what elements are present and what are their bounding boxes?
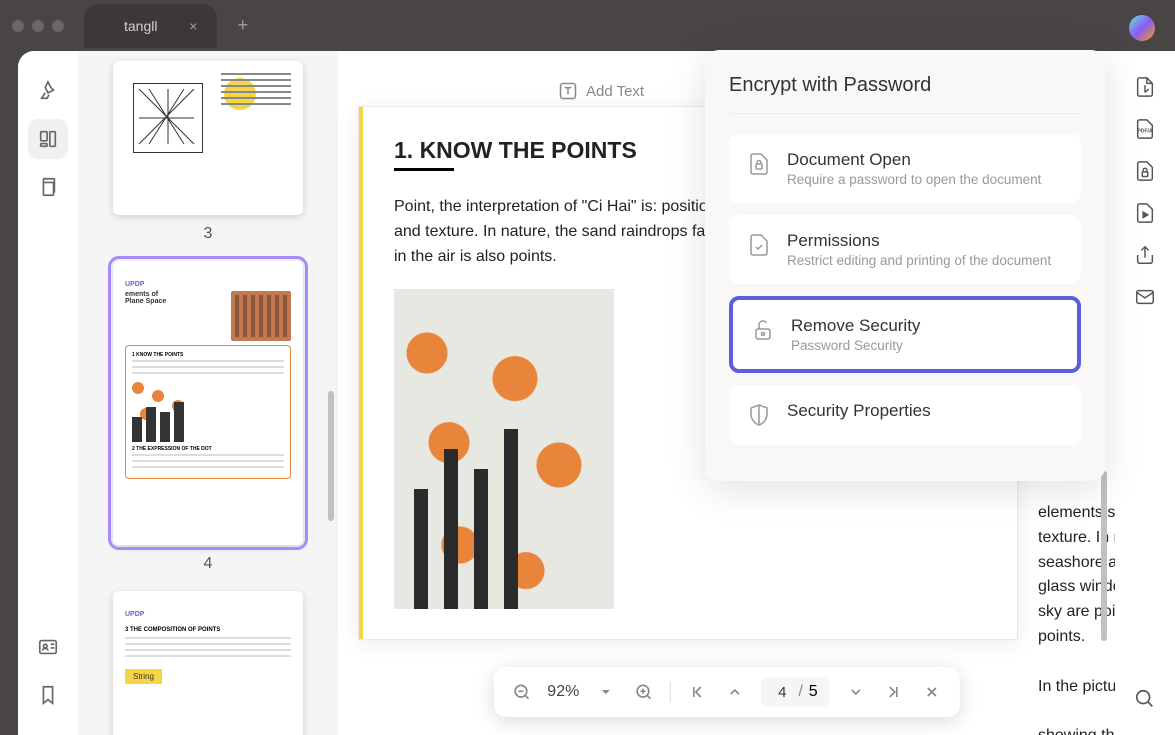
avatar[interactable] — [1129, 15, 1155, 41]
next-page-button[interactable] — [844, 680, 868, 704]
zoom-out-button[interactable] — [509, 680, 533, 704]
unlock-icon — [749, 316, 777, 344]
share-icon[interactable] — [1133, 243, 1157, 267]
document-image — [394, 289, 614, 609]
play-file-icon[interactable] — [1133, 201, 1157, 225]
tab-active[interactable]: tangll × — [84, 4, 217, 48]
permissions-option[interactable]: Permissions Restrict editing and printin… — [729, 215, 1081, 284]
thumbnail-item[interactable]: UPDP ements of Plane Space 1 KNOW THE PO… — [98, 261, 318, 573]
window-controls — [12, 20, 64, 32]
permissions-icon — [745, 231, 773, 259]
first-page-button[interactable] — [684, 680, 708, 704]
option-label: Security Properties — [787, 401, 931, 421]
zoom-dropdown[interactable] — [593, 680, 617, 704]
minimize-window[interactable] — [32, 20, 44, 32]
lock-file-icon[interactable] — [1133, 159, 1157, 183]
copy-icon[interactable] — [28, 167, 68, 207]
option-description: Require a password to open the document — [787, 172, 1041, 187]
highlighter-icon[interactable] — [28, 71, 68, 111]
close-toolbar-button[interactable] — [920, 680, 944, 704]
mail-icon[interactable] — [1133, 285, 1157, 309]
zoom-in-button[interactable] — [631, 680, 655, 704]
add-text-label: Add Text — [586, 83, 644, 100]
search-icon[interactable] — [1133, 687, 1157, 711]
option-description: Restrict editing and printing of the doc… — [787, 253, 1051, 268]
scrollbar[interactable] — [1101, 471, 1107, 641]
zoom-value: 92% — [547, 683, 579, 701]
tab-bar: tangll × + — [84, 4, 248, 48]
option-label: Document Open — [787, 150, 1041, 170]
prev-page-button[interactable] — [722, 680, 746, 704]
shield-icon — [745, 401, 773, 429]
page-accent — [359, 107, 363, 639]
add-text-tool[interactable]: Add Text — [558, 81, 644, 101]
heading-underline — [394, 168, 454, 171]
maximize-window[interactable] — [52, 20, 64, 32]
right-toolbar: PDF/A — [1115, 51, 1175, 735]
thumbnail-page-4[interactable]: UPDP ements of Plane Space 1 KNOW THE PO… — [113, 261, 303, 545]
page-input[interactable] — [772, 684, 792, 701]
zoom-toolbar: 92% / 5 — [493, 667, 959, 717]
option-label: Permissions — [787, 231, 1051, 251]
page-total: 5 — [809, 683, 818, 701]
option-description: Password Security — [791, 338, 920, 353]
bookmark-icon[interactable] — [28, 675, 68, 715]
add-tab-button[interactable]: + — [237, 15, 248, 36]
security-properties-option[interactable]: Security Properties — [729, 385, 1081, 445]
page-number: 3 — [204, 225, 213, 243]
thumbnails-panel: 3 UPDP ements of Plane Space — [78, 51, 338, 735]
security-panel: Encrypt with Password Document Open Requ… — [705, 50, 1105, 481]
left-toolbar — [18, 51, 78, 735]
scrollbar[interactable] — [328, 391, 334, 521]
thumbnails-icon[interactable] — [28, 119, 68, 159]
pdfa-icon[interactable]: PDF/A — [1133, 117, 1157, 141]
page-number: 4 — [204, 555, 213, 573]
document-open-option[interactable]: Document Open Require a password to open… — [729, 134, 1081, 203]
close-icon[interactable]: × — [189, 18, 197, 34]
thumbnail-item[interactable]: UPDP 3 THE COMPOSITION OF POINTS String — [98, 591, 318, 735]
thumbnail-page-3[interactable] — [113, 61, 303, 215]
tab-label: tangll — [124, 18, 157, 34]
titlebar: tangll × + — [0, 0, 1175, 51]
svg-text:PDF/A: PDF/A — [1137, 129, 1152, 135]
text-icon — [558, 81, 578, 101]
last-page-button[interactable] — [882, 680, 906, 704]
page-input-group: / 5 — [760, 677, 829, 707]
panel-title: Encrypt with Password — [729, 74, 1081, 114]
page-separator: / — [798, 683, 802, 701]
remove-security-option[interactable]: Remove Security Password Security — [729, 296, 1081, 373]
thumbnail-item[interactable]: 3 — [98, 61, 318, 243]
close-window[interactable] — [12, 20, 24, 32]
option-label: Remove Security — [791, 316, 920, 336]
contact-card-icon[interactable] — [28, 627, 68, 667]
thumbnail-page-5[interactable]: UPDP 3 THE COMPOSITION OF POINTS String — [113, 591, 303, 735]
document-lock-icon — [745, 150, 773, 178]
export-icon[interactable] — [1133, 75, 1157, 99]
